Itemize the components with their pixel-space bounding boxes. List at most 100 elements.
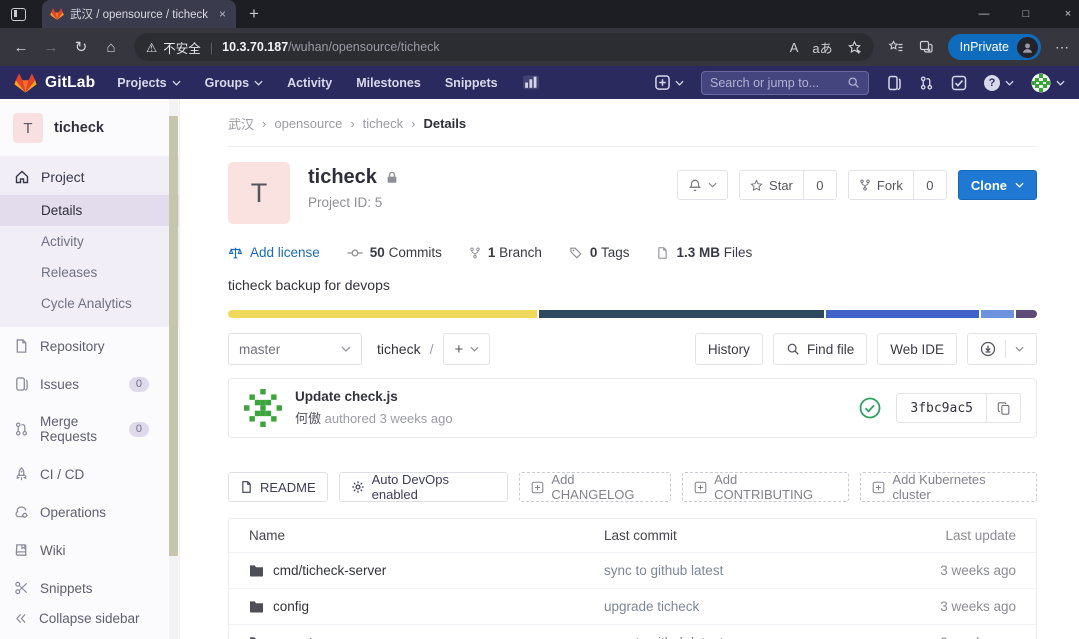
collapse-sidebar-button[interactable]: Collapse sidebar (0, 598, 178, 639)
sidebar-item-merge-requests[interactable]: Merge Requests 0 (0, 403, 179, 455)
new-tab-button[interactable]: + (249, 4, 259, 24)
minimize-icon[interactable]: — (963, 0, 1005, 28)
web-ide-button[interactable]: Web IDE (877, 333, 957, 365)
files-link[interactable]: 1.3 MB Files (656, 245, 752, 260)
add-file-button[interactable]: + (443, 333, 490, 365)
sidebar-item-repository[interactable]: Repository (0, 327, 179, 365)
sidebar-item-wiki[interactable]: Wiki (0, 531, 179, 569)
nav-projects[interactable]: Projects (117, 76, 180, 90)
commit-message-link[interactable]: sync to github latest (584, 553, 866, 588)
commit-author[interactable]: 何傲 (295, 411, 321, 426)
issues-nav-icon[interactable] (886, 75, 902, 91)
help-menu[interactable]: ? (984, 75, 1014, 91)
todos-icon[interactable] (951, 75, 967, 91)
fork-button[interactable]: Fork (848, 170, 913, 200)
close-icon[interactable]: × (1047, 0, 1079, 28)
pipeline-status-passed-icon[interactable] (859, 397, 881, 419)
language-bar[interactable] (228, 310, 1037, 318)
sidebar-item-issues[interactable]: Issues 0 (0, 365, 179, 403)
repo-path-root[interactable]: ticheck (377, 341, 421, 357)
sidebar-item-operations[interactable]: Operations (0, 493, 179, 531)
sidebar-item-activity[interactable]: Activity (0, 226, 179, 257)
commit-sha[interactable]: 3fbc9ac5 (897, 394, 986, 422)
maximize-icon[interactable]: □ (1005, 0, 1047, 28)
home-icon[interactable]: ⌂ (96, 32, 126, 62)
back-icon[interactable]: ← (6, 32, 36, 62)
commits-link[interactable]: 50 Commits (347, 245, 442, 260)
commit-title-link[interactable]: Update check.js (295, 389, 453, 404)
file-name-link[interactable]: cmd/ticheck-server (273, 563, 386, 578)
last-update: 3 weeks ago (866, 589, 1036, 624)
clone-button[interactable]: Clone (958, 170, 1037, 200)
refresh-icon[interactable]: ↻ (66, 32, 96, 62)
user-menu[interactable] (1031, 73, 1065, 93)
star-button-group: Star 0 (739, 170, 837, 200)
nav-groups[interactable]: Groups (205, 76, 263, 90)
global-search[interactable] (701, 71, 869, 95)
find-file-button[interactable]: Find file (773, 333, 867, 365)
star-button[interactable]: Star (739, 170, 803, 200)
plus-square-icon (531, 481, 544, 494)
add-changelog-button[interactable]: Add CHANGELOG (519, 472, 671, 502)
commit-message-link[interactable]: sync to github latest (584, 625, 866, 639)
search-input[interactable] (710, 76, 847, 90)
sidebar-item-details[interactable]: Details (0, 195, 179, 226)
copy-sha-button[interactable] (986, 394, 1020, 422)
nav-milestones[interactable]: Milestones (356, 76, 421, 90)
nav-snippets[interactable]: Snippets (445, 76, 498, 90)
add-license-link[interactable]: Add license (228, 245, 320, 260)
address-bar[interactable]: ⚠ 不安全 | 10.3.70.187 /wuhan/opensource/ti… (134, 33, 874, 61)
notifications-button[interactable] (677, 170, 728, 200)
folder-icon (249, 600, 264, 613)
add-kubernetes-button[interactable]: Add Kubernetes cluster (860, 472, 1037, 502)
language-segment (981, 310, 1015, 318)
sidebar-item-project[interactable]: Project (0, 158, 179, 195)
sidebar-item-cycle-analytics[interactable]: Cycle Analytics (0, 288, 179, 319)
favorites-icon[interactable] (888, 39, 904, 55)
tab-actions-icon[interactable] (11, 8, 26, 21)
sidebar-item-cicd[interactable]: CI / CD (0, 455, 179, 493)
browser-tab[interactable]: 武汉 / opensource / ticheck · Git × (42, 0, 236, 28)
translate-icon[interactable]: aあ (812, 38, 832, 57)
document-icon (14, 338, 29, 354)
table-row[interactable]: config upgrade ticheck 3 weeks ago (229, 589, 1036, 625)
gitlab-logo[interactable]: GitLab (14, 72, 95, 94)
security-chip[interactable]: ⚠ 不安全 (146, 38, 201, 57)
file-name-link[interactable]: config (273, 599, 309, 614)
auto-devops-button[interactable]: Auto DevOps enabled (339, 472, 509, 502)
sidebar-scrollbar-thumb[interactable] (169, 116, 178, 556)
tab-close-icon[interactable]: × (217, 7, 228, 21)
table-row[interactable]: executor sync to github latest 3 weeks a… (229, 625, 1036, 639)
new-menu[interactable] (655, 75, 684, 90)
table-row[interactable]: cmd/ticheck-server sync to github latest… (229, 553, 1036, 589)
nav-activity[interactable]: Activity (287, 76, 332, 90)
add-contributing-button[interactable]: Add CONTRIBUTING (682, 472, 849, 502)
read-aloud-icon[interactable]: A (790, 40, 799, 55)
star-count[interactable]: 0 (803, 170, 837, 200)
breadcrumb-subgroup[interactable]: opensource (274, 116, 342, 131)
fork-count[interactable]: 0 (913, 170, 947, 200)
gitlab-favicon (50, 7, 64, 21)
breadcrumb-group[interactable]: 武汉 (228, 114, 254, 133)
toolbar-right: InPrivate ⋯ (888, 34, 1069, 60)
file-name-link[interactable]: executor (273, 635, 325, 639)
inprivate-badge[interactable]: InPrivate (948, 34, 1041, 60)
sidebar-project-header[interactable]: T ticheck (0, 99, 179, 156)
charts-icon[interactable] (522, 75, 539, 90)
branches-link[interactable]: 1 Branch (469, 245, 542, 260)
breadcrumb-project[interactable]: ticheck (363, 116, 403, 131)
readme-button[interactable]: README (228, 472, 328, 502)
branch-selector[interactable]: master (228, 333, 362, 365)
col-last-update: Last update (866, 519, 1036, 552)
history-button[interactable]: History (695, 333, 763, 365)
sidebar-item-releases[interactable]: Releases (0, 257, 179, 288)
tags-link[interactable]: 0 Tags (569, 245, 630, 260)
commit-message-link[interactable]: upgrade ticheck (584, 589, 866, 624)
folder-icon (249, 564, 264, 577)
browser-menu-icon[interactable]: ⋯ (1055, 39, 1069, 56)
download-button[interactable] (967, 333, 1037, 365)
forward-icon[interactable]: → (36, 32, 66, 62)
add-favorite-icon[interactable] (847, 40, 862, 55)
merge-requests-nav-icon[interactable] (919, 75, 934, 91)
collections-icon[interactable] (918, 39, 934, 55)
